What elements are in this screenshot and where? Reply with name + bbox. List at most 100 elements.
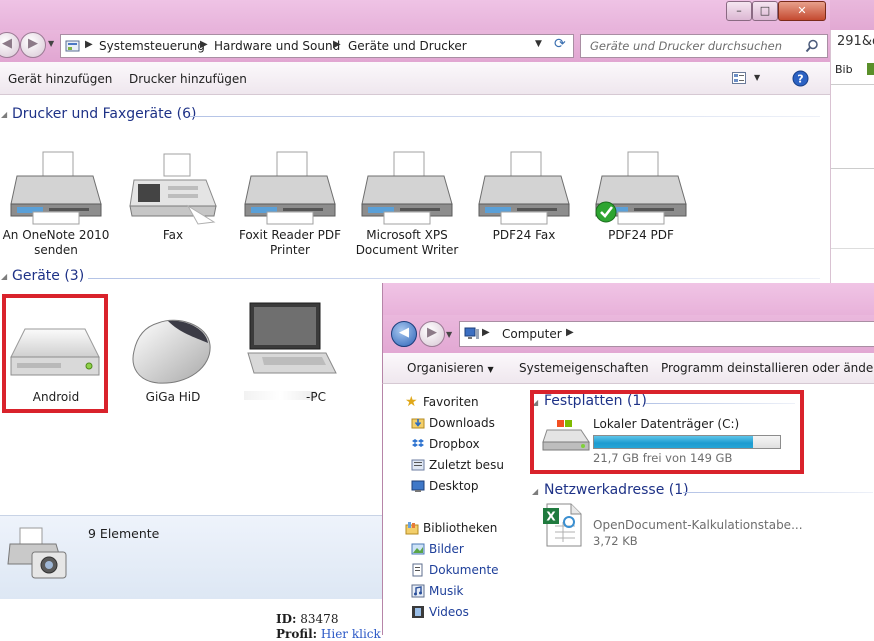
address-dropdown-icon[interactable]: ▼ [535, 39, 542, 49]
pictures-icon [411, 543, 425, 555]
printer-icon [244, 151, 336, 225]
music-icon [411, 584, 425, 598]
printer-label-line2: Document Writer [355, 243, 459, 257]
collapse-group-icon[interactable]: ◢ [532, 487, 538, 496]
breadcrumb-hardware-sound[interactable]: Hardware und Sound [214, 39, 340, 53]
downloads-folder-icon [411, 418, 425, 429]
url-fragment: 291&o [837, 34, 874, 49]
printer-icon [361, 151, 453, 225]
bookmark-label[interactable]: Bib [835, 63, 853, 76]
back-button[interactable]: ◀ [391, 321, 417, 347]
highlight-box [530, 390, 804, 474]
network-group-title[interactable]: Netzwerkadresse (1) [544, 482, 689, 498]
forward-button[interactable]: ▶ [419, 321, 445, 347]
printer-label-line1: PDF24 PDF [608, 228, 674, 242]
svg-text:X: X [546, 510, 556, 524]
star-icon: ★ [405, 394, 418, 410]
printer-item[interactable]: Fax [118, 150, 228, 260]
add-device-button[interactable]: Gerät hinzufügen [8, 72, 112, 86]
documents-icon [412, 563, 423, 577]
organize-button[interactable]: Organisieren ▼ [407, 361, 494, 375]
collapse-group-icon[interactable]: ◢ [1, 110, 7, 119]
printer-label-line1: Fax [162, 228, 184, 242]
printer-label-line2: senden [34, 243, 78, 257]
network-file-name[interactable]: OpenDocument-Kalkulationstabe... [593, 518, 803, 532]
printer-label-line1: Foxit Reader PDF [238, 228, 342, 242]
address-bar[interactable]: ▶ Computer ▶ [459, 321, 874, 347]
printer-item[interactable]: An OneNote 2010 senden [1, 150, 111, 260]
collapse-group-icon[interactable]: ◢ [1, 272, 7, 281]
help-icon[interactable]: ? [792, 70, 809, 87]
profile-link[interactable]: Hier klick [321, 627, 381, 641]
breadcrumb-systemsteuerung[interactable]: Systemsteuerung [99, 39, 205, 53]
printer-label-line2: Printer [270, 243, 310, 257]
breadcrumb-arrow-icon[interactable]: ▶ [200, 39, 208, 50]
view-options-icon[interactable] [732, 72, 746, 85]
computer-icon [464, 327, 479, 339]
title-bar [382, 283, 874, 315]
devices-printers-icon [7, 527, 67, 579]
highlight-box [2, 294, 108, 413]
breadcrumb-arrow-icon[interactable]: ▶ [85, 39, 93, 50]
address-bar-area: ◀ ▶ ▼ ▶ Systemsteuerung ▶ Hardware und S… [0, 30, 830, 62]
address-bar-area: ◀ ▶ ▼ ▶ Computer ▶ [382, 315, 874, 353]
printer-icon [10, 151, 102, 225]
printer-item[interactable]: Microsoft XPS Document Writer [352, 150, 462, 260]
command-bar: Gerät hinzufügen Drucker hinzufügen ▼ ? [0, 62, 830, 95]
group-divider [190, 116, 820, 117]
device-giga-hid[interactable]: GiGa HiD [118, 295, 228, 415]
printer-label-line1: PDF24 Fax [492, 228, 556, 242]
recent-pages-dropdown-icon[interactable]: ▼ [446, 330, 452, 339]
dropbox-icon [412, 439, 424, 447]
printer-label-line1: Microsoft XPS [366, 228, 448, 242]
view-dropdown-icon[interactable]: ▼ [754, 73, 760, 82]
minimize-button[interactable]: – [726, 1, 752, 21]
printer-default-icon [595, 151, 687, 225]
add-printer-button[interactable]: Drucker hinzufügen [129, 72, 247, 86]
forward-button[interactable]: ▶ [20, 32, 46, 58]
back-button[interactable]: ◀ [0, 32, 20, 58]
close-button[interactable]: ✕ [778, 1, 826, 21]
uninstall-program-button[interactable]: Programm deinstallieren oder ändern [661, 361, 874, 375]
system-properties-button[interactable]: Systemeigenschaften [519, 361, 649, 375]
spreadsheet-file-icon: X [543, 503, 582, 547]
network-file-size: 3,72 KB [593, 534, 638, 548]
breadcrumb-arrow-icon[interactable]: ▶ [566, 327, 574, 338]
group-divider [88, 278, 820, 279]
videos-icon [412, 606, 424, 618]
recent-pages-dropdown-icon[interactable]: ▼ [48, 39, 54, 48]
chevron-down-icon: ▼ [487, 365, 494, 374]
printer-item[interactable]: PDF24 Fax [469, 150, 579, 260]
navigation-pane: ★ Favoriten Downloads Dropbox Zuletzt be… [382, 384, 516, 635]
breadcrumb-arrow-icon[interactable]: ▶ [482, 327, 490, 338]
printer-icon [478, 151, 570, 225]
device-label: GiGa HiD [145, 390, 201, 404]
address-bar[interactable]: ▶ Systemsteuerung ▶ Hardware und Sound ▶… [60, 34, 574, 58]
printers-group-title[interactable]: Drucker und Faxgeräte (6) [12, 106, 196, 122]
mouse-icon [132, 319, 211, 384]
computer-window: ◀ ▶ ▼ ▶ Computer ▶ Organisieren ▼ System… [382, 283, 874, 635]
printer-item[interactable]: Foxit Reader PDF Printer [235, 150, 345, 260]
laptop-icon [247, 302, 337, 374]
devices-group-title[interactable]: Geräte (3) [12, 268, 84, 284]
refresh-icon[interactable]: ⟳ [554, 36, 566, 52]
item-count: 9 Elemente [88, 526, 160, 541]
search-placeholder: Geräte und Drucker durchsuchen [590, 39, 783, 53]
search-box[interactable]: Geräte und Drucker durchsuchen [580, 34, 828, 58]
device-pc[interactable]: -PC [236, 295, 346, 415]
breadcrumb-arrow-icon[interactable]: ▶ [333, 39, 341, 50]
device-label: -PC [306, 390, 326, 404]
breadcrumb-devices-printers[interactable]: Geräte und Drucker [348, 39, 467, 53]
printer-label-line1: An OneNote 2010 [2, 228, 110, 242]
maximize-button[interactable]: □ [752, 1, 778, 21]
group-divider [683, 492, 873, 493]
control-panel-icon [65, 40, 80, 52]
breadcrumb-computer[interactable]: Computer [502, 327, 562, 341]
search-icon[interactable] [805, 39, 819, 53]
id-label: ID: [276, 612, 297, 626]
libraries-icon [405, 522, 419, 535]
title-bar: – □ ✕ [0, 0, 830, 30]
printer-item[interactable]: PDF24 PDF [586, 150, 696, 260]
command-bar: Organisieren ▼ Systemeigenschaften Progr… [382, 353, 874, 384]
profile-label: Profil: [276, 627, 318, 641]
